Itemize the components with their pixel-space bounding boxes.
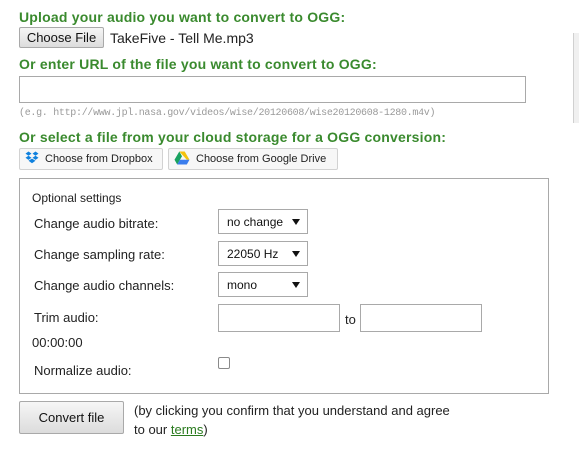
trim-start-input[interactable] (218, 304, 340, 332)
terms-link[interactable]: terms (171, 422, 204, 437)
google-drive-label: Choose from Google Drive (196, 153, 327, 165)
trim-time-display: 00:00:00 (32, 335, 83, 350)
url-example-hint: (e.g. http://www.jpl.nasa.gov/videos/wis… (19, 108, 436, 119)
trim-to-label: to (345, 312, 356, 327)
bitrate-select[interactable]: no change (218, 209, 308, 234)
convert-note-prefix: to our (134, 422, 168, 437)
convert-note-suffix: ) (203, 422, 208, 437)
trim-end-input[interactable] (360, 304, 482, 332)
sampling-rate-label: Change sampling rate: (34, 247, 165, 262)
chevron-down-icon (292, 218, 300, 225)
url-input[interactable] (19, 76, 526, 103)
scrollbar[interactable] (573, 33, 579, 123)
sampling-rate-select[interactable]: 22050 Hz (218, 241, 308, 266)
normalize-label: Normalize audio: (34, 363, 132, 378)
trim-label: Trim audio: (34, 310, 99, 325)
url-heading: Or enter URL of the file you want to con… (19, 56, 377, 72)
google-drive-icon (174, 151, 190, 168)
channels-label: Change audio channels: (34, 278, 175, 293)
convert-note-line2: to our terms) (134, 422, 208, 437)
convert-note-line1: (by clicking you confirm that you unders… (134, 403, 450, 418)
cloud-heading: Or select a file from your cloud storage… (19, 129, 447, 145)
choose-file-button[interactable]: Choose File (19, 27, 104, 48)
convert-file-button[interactable]: Convert file (19, 401, 124, 434)
selected-file-name: TakeFive - Tell Me.mp3 (110, 30, 254, 46)
bitrate-label: Change audio bitrate: (34, 216, 159, 231)
google-drive-button[interactable]: Choose from Google Drive (168, 148, 338, 170)
upload-heading: Upload your audio you want to convert to… (19, 9, 346, 25)
optional-settings-legend: Optional settings (32, 191, 122, 205)
chevron-down-icon (292, 250, 300, 257)
bitrate-value: no change (227, 214, 284, 229)
dropbox-icon (25, 151, 39, 167)
normalize-checkbox[interactable] (218, 357, 230, 369)
sampling-rate-value: 22050 Hz (227, 246, 279, 261)
dropbox-label: Choose from Dropbox (45, 153, 153, 165)
channels-value: mono (227, 277, 258, 292)
channels-select[interactable]: mono (218, 272, 308, 297)
chevron-down-icon (292, 281, 300, 288)
dropbox-button[interactable]: Choose from Dropbox (19, 148, 163, 170)
